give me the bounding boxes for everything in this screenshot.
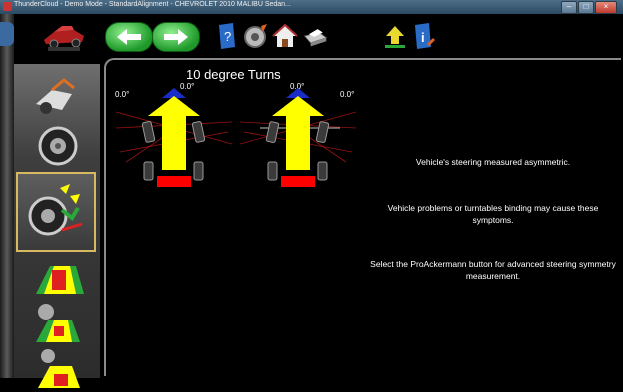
info-icon[interactable]: i	[411, 22, 437, 50]
right-diagram-wheel-rl	[267, 161, 278, 181]
steering-check-icon	[28, 184, 83, 236]
forward-button[interactable]	[152, 22, 200, 52]
help-icon[interactable]: ?	[214, 22, 240, 50]
left-diagram-wheel-fr	[191, 121, 206, 143]
step-steering-check-selected[interactable]	[16, 172, 96, 252]
right-diagram-wheel-fr	[315, 121, 330, 143]
step-wheel-icon[interactable]	[22, 122, 88, 168]
step-adjust-icon[interactable]	[22, 254, 88, 300]
left-diagram-rear-bar	[157, 176, 191, 187]
left-diagram-wheel-rr	[193, 161, 204, 181]
message-problems: Vehicle problems or turntables binding m…	[387, 203, 599, 225]
minimize-button[interactable]: –	[561, 1, 577, 14]
maximize-button[interactable]: □	[578, 1, 594, 14]
message-asymmetric: Vehicle's steering measured asymmetric.	[415, 157, 571, 167]
left-diagram-wheel-fl	[141, 121, 156, 143]
forward-arrow-icon	[164, 29, 188, 45]
window-titlebar: ThunderCloud - Demo Mode - StandardAlign…	[0, 0, 623, 14]
right-diagram-wheel-rr	[317, 161, 328, 181]
left-diagram-wheel-rl	[143, 161, 154, 181]
window-controls: – □ ×	[561, 1, 617, 14]
back-arrow-icon	[117, 29, 141, 45]
sidebar	[0, 14, 100, 388]
svg-text:i: i	[421, 30, 425, 45]
close-button[interactable]: ×	[595, 1, 617, 14]
left-turn-diagram	[116, 88, 232, 187]
print-icon[interactable]	[302, 22, 328, 50]
right-diagram-wheel-fl	[265, 121, 280, 143]
rail-tab[interactable]	[0, 22, 14, 46]
sidebar-rail	[0, 14, 14, 378]
window-title: ThunderCloud - Demo Mode - StandardAlign…	[14, 1, 291, 8]
message-proackermann: Select the ProAckermann button for advan…	[370, 259, 616, 281]
right-turn-diagram	[240, 88, 356, 187]
step-measure-icon[interactable]	[22, 300, 88, 346]
svg-text:?: ?	[224, 29, 231, 44]
home-icon[interactable]	[272, 22, 298, 50]
step-vehicle-select-icon[interactable]	[22, 74, 88, 120]
right-diagram-rear-bar	[281, 176, 315, 187]
upload-icon[interactable]	[382, 22, 408, 50]
wheel-settings-icon[interactable]	[243, 22, 269, 50]
page-title: 10 degree Turns	[186, 67, 281, 82]
back-button[interactable]	[105, 22, 153, 52]
app-icon	[3, 2, 12, 11]
step-results-icon[interactable]	[22, 346, 88, 392]
